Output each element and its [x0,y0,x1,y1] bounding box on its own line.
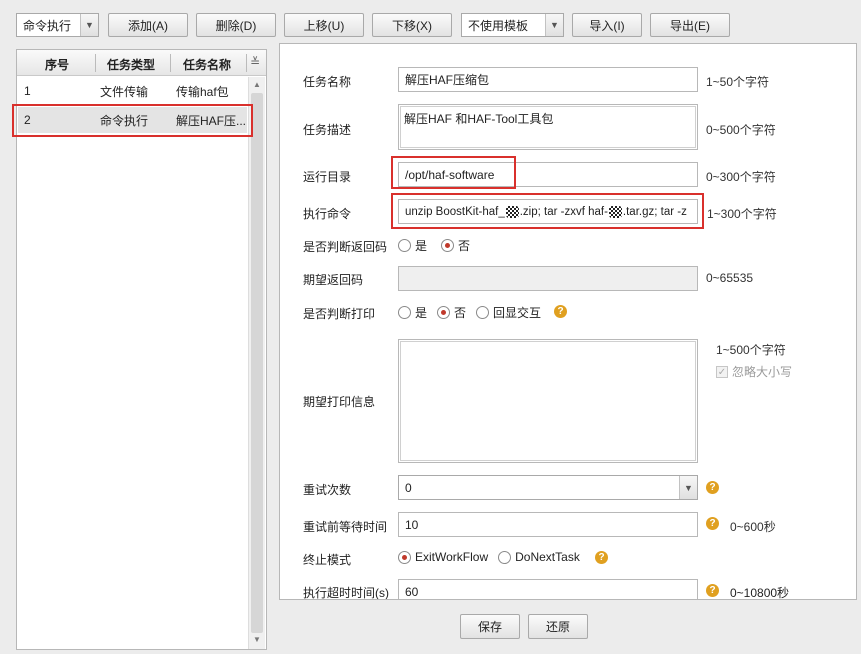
delete-button[interactable]: 删除(D) [196,13,276,37]
task-desc-textarea[interactable]: 解压HAF 和HAF-Tool工具包 [400,106,696,148]
retry-wait-input[interactable]: 10 [398,512,698,537]
radio-icon[interactable] [437,306,451,319]
help-icon[interactable]: ? [706,517,719,530]
exec-timeout-row: 执行超时时间(s) 60 ? 0~10800秒 [280,575,856,599]
checkbox-icon[interactable]: ✓ [716,365,728,378]
radio-label: ExitWorkFlow [415,550,489,564]
retry-count-select[interactable]: 0 ▼ [398,475,698,500]
radio-label: 否 [458,239,471,253]
run-dir-highlight [391,156,516,189]
scroll-up-icon[interactable]: ▲ [253,80,261,89]
help-icon[interactable]: ? [706,584,719,597]
chevron-down-icon[interactable]: ▼ [679,476,697,499]
row-name: 传输haf包 [176,84,229,99]
add-button[interactable]: 添加(A) [108,13,188,37]
restore-button[interactable]: 还原 [528,614,588,639]
column-header-no: 序号 [45,58,70,72]
move-up-button[interactable]: 上移(U) [284,13,364,37]
radio-icon[interactable] [476,306,490,319]
import-button[interactable]: 导入(I) [572,13,642,37]
column-divider [170,54,171,72]
exec-timeout-hint: 0~10800秒 [730,586,790,599]
task-desc-hint: 0~500个字符 [706,123,776,137]
expected-return-input[interactable] [398,266,698,291]
radio-yes[interactable]: 是 [398,237,427,254]
template-select[interactable]: 不使用模板 ▼ [461,13,564,37]
row-type: 文件传输 [100,84,149,99]
radio-icon[interactable] [498,550,512,564]
check-print-label: 是否判断打印 [303,307,376,321]
radio-label: 是 [415,306,428,320]
stop-mode-label: 终止模式 [303,553,352,567]
exec-timeout-label: 执行超时时间(s) [303,586,389,599]
row-no: 1 [24,84,31,98]
export-button[interactable]: 导出(E) [650,13,730,37]
task-name-hint: 1~50个字符 [706,75,770,89]
template-select-value: 不使用模板 [468,18,529,33]
radio-label: 是 [415,239,428,253]
radio-icon[interactable] [398,550,411,564]
radio-no[interactable]: 否 [441,237,470,254]
stop-mode-radio-group: ExitWorkFlow DoNextTask [398,550,580,564]
column-header-name: 任务名称 [183,58,232,72]
task-type-select-value: 命令执行 [23,18,72,33]
radio-echo-interactive[interactable]: 回显交互 [476,304,541,321]
task-list-header: 序号 任务类型 任务名称 ≚ [17,50,266,76]
radio-label: 否 [454,306,467,320]
check-print-radio-group: 是 否 回显交互 [398,304,541,321]
task-desc-label: 任务描述 [303,123,352,137]
check-return-radio-group: 是 否 [398,237,470,254]
radio-do-next-task[interactable]: DoNextTask [498,550,580,564]
run-dir-hint: 0~300个字符 [706,170,776,184]
radio-yes[interactable]: 是 [398,304,427,321]
column-menu-icon[interactable]: ≚ [250,55,260,69]
check-return-label: 是否判断返回码 [303,240,388,254]
radio-no[interactable]: 否 [437,304,466,321]
move-down-button[interactable]: 下移(X) [372,13,452,37]
scrollbar-thumb[interactable] [251,93,263,633]
help-icon[interactable]: ? [706,481,719,494]
expected-print-field[interactable] [398,339,698,463]
expected-print-hint: 1~500个字符 [716,343,786,357]
column-divider [95,54,96,72]
retry-count-value: 0 [405,480,412,495]
task-type-select[interactable]: 命令执行 ▼ [16,13,99,37]
radio-icon[interactable] [441,239,455,252]
exec-cmd-hint: 1~300个字符 [707,207,777,221]
ignore-case-checkbox[interactable]: ✓ 忽略大小写 [716,363,792,380]
radio-label: DoNextTask [515,550,580,564]
task-name-input[interactable]: 解压HAF压缩包 [398,67,698,92]
expected-print-textarea[interactable] [400,341,696,461]
chevron-down-icon[interactable]: ▼ [545,14,563,36]
exec-cmd-highlight [391,193,704,229]
column-divider [246,54,247,72]
task-list-scrollbar[interactable]: ▲ ▼ [248,77,265,649]
expected-return-label: 期望返回码 [303,273,364,287]
radio-icon[interactable] [398,306,411,319]
retry-wait-hint: 0~600秒 [730,520,776,534]
ignore-case-label: 忽略大小写 [732,365,793,379]
task-desc-field[interactable]: 解压HAF 和HAF-Tool工具包 [398,104,698,150]
run-dir-label: 运行目录 [303,170,352,184]
exec-cmd-label: 执行命令 [303,207,352,221]
retry-wait-label: 重试前等待时间 [303,520,388,534]
retry-count-label: 重试次数 [303,483,352,497]
exec-timeout-input[interactable]: 60 [398,579,698,599]
task-list-panel: 序号 任务类型 任务名称 ≚ 1 文件传输 传输haf包 2 命令执行 解压HA… [16,49,267,650]
expected-return-hint: 0~65535 [706,271,754,285]
task-name-label: 任务名称 [303,75,352,89]
scroll-down-icon[interactable]: ▼ [253,635,261,644]
radio-exit-workflow[interactable]: ExitWorkFlow [398,550,488,564]
chevron-down-icon[interactable]: ▼ [80,14,98,36]
selected-row-highlight [12,104,253,137]
help-icon[interactable]: ? [554,305,567,318]
help-icon[interactable]: ? [595,551,608,564]
table-row[interactable]: 1 文件传输 传输haf包 [18,78,247,104]
column-header-type: 任务类型 [107,58,156,72]
radio-icon[interactable] [398,239,411,252]
radio-label: 回显交互 [493,306,542,320]
expected-print-label: 期望打印信息 [303,395,376,409]
save-button[interactable]: 保存 [460,614,520,639]
